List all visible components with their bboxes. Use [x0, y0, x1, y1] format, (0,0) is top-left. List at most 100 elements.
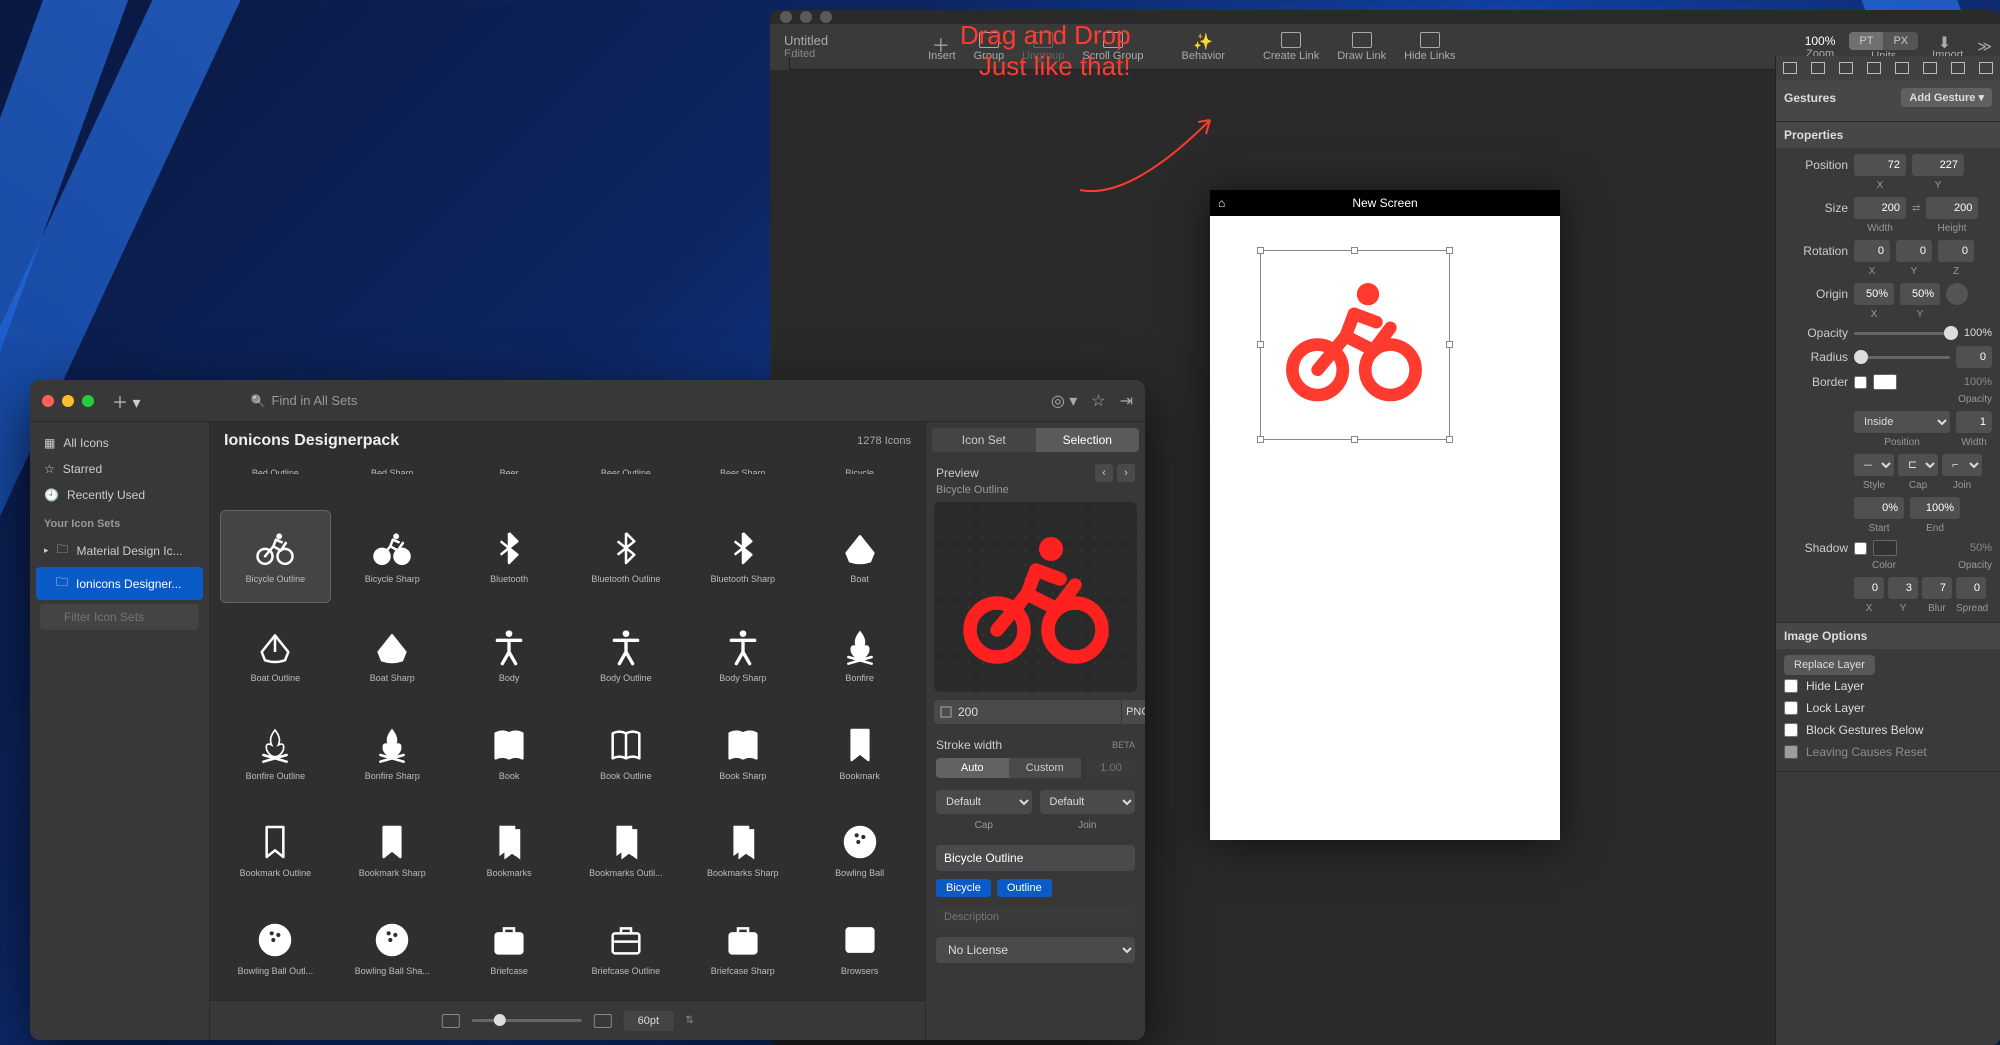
star-icon[interactable]: ☆ — [1091, 391, 1105, 411]
border-start-input[interactable] — [1854, 497, 1904, 519]
align-center-h-icon[interactable] — [1804, 56, 1832, 80]
license-select[interactable]: No License — [936, 937, 1135, 963]
icon-cell[interactable]: Bowling Ball — [804, 805, 915, 897]
icon-cell[interactable]: Boat — [804, 510, 915, 604]
border-end-input[interactable] — [1910, 497, 1960, 519]
join-select[interactable]: Default — [1040, 790, 1136, 814]
icon-cell[interactable]: Briefcase — [454, 902, 565, 994]
tag-bicycle[interactable]: Bicycle — [936, 879, 991, 897]
replace-layer-button[interactable]: Replace Layer — [1784, 655, 1875, 675]
add-set-button[interactable]: ＋ ▾ — [112, 389, 140, 413]
lock-layer-checkbox[interactable] — [1784, 701, 1798, 715]
icon-name-input[interactable] — [936, 845, 1135, 871]
border-style-select[interactable]: — — [1854, 454, 1894, 476]
rotation-y-input[interactable] — [1896, 240, 1932, 262]
icon-cell[interactable]: Bonfire — [804, 609, 915, 701]
large-grid-icon[interactable] — [593, 1014, 611, 1028]
border-cap-select[interactable]: ⊏ — [1898, 454, 1938, 476]
border-join-select[interactable]: ⌐ — [1942, 454, 1982, 476]
align-left-icon[interactable] — [1776, 56, 1804, 80]
search-input[interactable]: Find in All Sets — [250, 389, 720, 413]
preview-box[interactable] — [934, 502, 1137, 692]
align-bottom-icon[interactable] — [1916, 56, 1944, 80]
next-icon-button[interactable]: › — [1117, 464, 1135, 482]
origin-anchor-icon[interactable] — [1946, 283, 1968, 305]
icon-cell[interactable]: Bluetooth Sharp — [687, 510, 798, 604]
export-size-input[interactable] — [934, 700, 1121, 724]
icon-cell[interactable]: Bookmark Sharp — [337, 805, 448, 897]
radius-input[interactable] — [1956, 346, 1992, 368]
shadow-spread-input[interactable] — [1956, 577, 1986, 599]
icon-cell[interactable]: Book Sharp — [687, 707, 798, 799]
icon-cell[interactable]: Bluetooth Outline — [571, 510, 682, 604]
leaving-reset-checkbox[interactable] — [1784, 745, 1798, 759]
icon-cell[interactable]: Bed Sharp — [337, 462, 448, 480]
icon-cell[interactable]: Bonfire Sharp — [337, 707, 448, 799]
icon-cell[interactable]: Bonfire Outline — [220, 707, 331, 799]
sidebar-ionicons[interactable]: 🗀Ionicons Designer... — [36, 567, 203, 600]
icon-cell[interactable]: Book — [454, 707, 565, 799]
icon-cell[interactable]: Bicycle — [804, 462, 915, 480]
create-link-action[interactable]: Create Link — [1263, 32, 1319, 62]
border-checkbox[interactable] — [1854, 376, 1867, 389]
rotation-x-input[interactable] — [1854, 240, 1890, 262]
icon-cell[interactable]: Briefcase Outline — [571, 902, 682, 994]
icon-cell[interactable]: Body — [454, 609, 565, 701]
block-gestures-checkbox[interactable] — [1784, 723, 1798, 737]
insert-action[interactable]: ＋Insert — [928, 32, 956, 62]
border-width-input[interactable] — [1956, 411, 1992, 433]
border-color-swatch[interactable] — [1873, 374, 1897, 390]
icon-cell[interactable]: Bowling Ball Outl... — [220, 902, 331, 994]
stepper-icon[interactable]: ⇅ — [685, 1015, 693, 1026]
origin-y-input[interactable] — [1900, 283, 1940, 305]
radius-slider[interactable] — [1854, 356, 1950, 359]
shadow-x-input[interactable] — [1854, 577, 1884, 599]
export-format-select[interactable]: PNG — [1121, 700, 1145, 724]
selection-box[interactable] — [1260, 250, 1450, 440]
lock-aspect-icon[interactable]: ⇄ — [1912, 203, 1920, 214]
icon-cell[interactable]: Beer — [454, 462, 565, 480]
tab-selection[interactable]: Selection — [1036, 428, 1140, 452]
stroke-custom-button[interactable]: Custom — [1009, 758, 1082, 778]
icon-cell[interactable]: Bicycle Outline — [220, 510, 331, 604]
align-center-v-icon[interactable] — [1888, 56, 1916, 80]
shadow-checkbox[interactable] — [1854, 542, 1867, 555]
more-actions[interactable]: ≫ — [1977, 38, 1992, 55]
maximize-button[interactable] — [820, 11, 832, 23]
add-gesture-button[interactable]: Add Gesture ▾ — [1901, 88, 1992, 107]
screen-mockup[interactable]: ⌂ New Screen — [1210, 190, 1560, 840]
icon-cell[interactable]: Boat Outline — [220, 609, 331, 701]
tab-icon-set[interactable]: Icon Set — [932, 428, 1036, 452]
icon-cell[interactable]: Bookmark Outline — [220, 805, 331, 897]
maximize-button[interactable] — [82, 395, 94, 407]
stroke-value-input[interactable] — [1087, 756, 1135, 780]
position-x-input[interactable] — [1854, 154, 1906, 176]
border-position-select[interactable]: Inside — [1854, 411, 1950, 433]
icon-cell[interactable]: Bookmarks Sharp — [687, 805, 798, 897]
grid-view-icon[interactable] — [441, 1014, 459, 1028]
settings-icon[interactable]: ◎ ▾ — [1051, 391, 1077, 411]
icon-cell[interactable]: Beer Outline — [571, 462, 682, 480]
sidebar-material-design[interactable]: ▸🗀Material Design Ic... — [36, 534, 203, 567]
icon-cell[interactable]: Bed Outline — [220, 462, 331, 480]
prev-icon-button[interactable]: ‹ — [1095, 464, 1113, 482]
icon-cell[interactable]: Body Outline — [571, 609, 682, 701]
description-input[interactable] — [936, 905, 1135, 929]
shadow-y-input[interactable] — [1888, 577, 1918, 599]
icon-cell[interactable]: Beer Sharp — [687, 462, 798, 480]
icon-cell[interactable]: Bookmark — [804, 707, 915, 799]
distribute-v-icon[interactable] — [1972, 56, 2000, 80]
distribute-h-icon[interactable] — [1944, 56, 1972, 80]
hide-links-action[interactable]: Hide Links — [1404, 32, 1455, 62]
view-toggle[interactable] — [441, 1014, 459, 1028]
icon-cell[interactable]: Body Sharp — [687, 609, 798, 701]
shadow-color-swatch[interactable] — [1873, 540, 1897, 556]
draw-link-action[interactable]: Draw Link — [1337, 32, 1386, 62]
behavior-action[interactable]: ✨Behavior — [1182, 32, 1225, 62]
align-right-icon[interactable] — [1832, 56, 1860, 80]
icon-cell[interactable]: Bowling Ball Sha... — [337, 902, 448, 994]
tag-outline[interactable]: Outline — [997, 879, 1052, 897]
minimize-button[interactable] — [62, 395, 74, 407]
icon-cell[interactable]: Bicycle Sharp — [337, 510, 448, 604]
close-button[interactable] — [780, 11, 792, 23]
